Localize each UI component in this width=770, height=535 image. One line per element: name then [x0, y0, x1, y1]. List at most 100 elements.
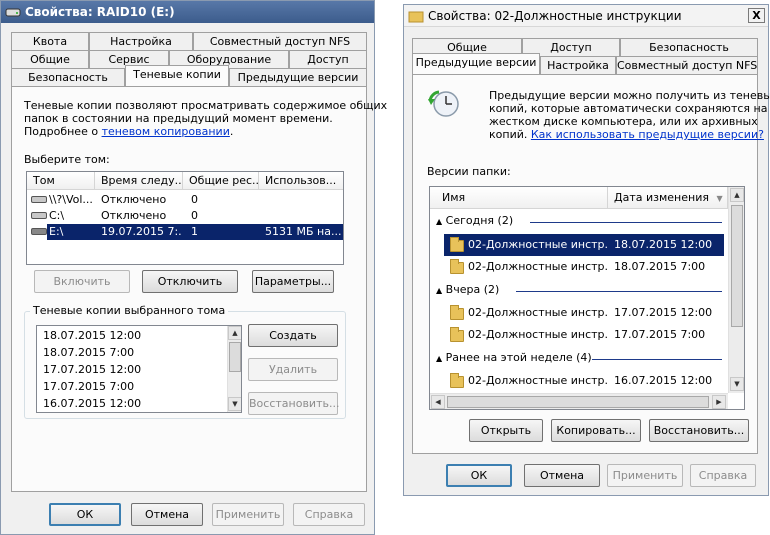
cancel-button[interactable]: Отмена — [524, 464, 600, 487]
version-date: 17.07.2015 7:00 — [614, 328, 706, 341]
collapse-icon[interactable]: ▲ — [436, 354, 442, 363]
info-line-4: копий. Как использовать предыдущие верси… — [489, 128, 764, 141]
scroll-thumb[interactable] — [731, 205, 743, 327]
copy-button[interactable]: Копировать... — [551, 419, 641, 442]
open-button[interactable]: Открыть — [469, 419, 543, 442]
tab-previous-versions[interactable]: Предыдущие версии — [229, 68, 367, 86]
tab-nfs-sharing[interactable]: Совместный доступ NFS — [193, 32, 367, 50]
enable-button[interactable]: Включить — [34, 270, 130, 293]
scroll-thumb[interactable] — [229, 342, 241, 372]
col-name[interactable]: Имя — [430, 187, 608, 209]
description-line-2: папок в состоянии на предыдущий момент в… — [24, 112, 333, 125]
shadow-copy-item[interactable]: 18.07.2015 12:00 — [43, 328, 223, 344]
info-prefix: копий. — [489, 128, 528, 141]
col-date-modified[interactable]: Дата изменения ▼ — [608, 187, 728, 209]
version-name: 02-Должностные инстр... — [468, 238, 608, 251]
scroll-up-icon[interactable]: ▲ — [228, 326, 241, 340]
shadow-copy-help-link[interactable]: теневом копировании — [102, 125, 230, 138]
folder-versions-list[interactable]: Имя Дата изменения ▼ ▲ Сегодня (2) 02-До… — [429, 186, 745, 410]
group-header[interactable]: ▲ Сегодня (2) — [436, 214, 513, 227]
delete-button[interactable]: Удалить — [248, 358, 338, 381]
tab-security[interactable]: Безопасность — [620, 38, 758, 56]
scroll-thumb[interactable] — [447, 396, 709, 408]
version-date: 16.07.2015 12:00 — [614, 374, 713, 387]
col-shares[interactable]: Общие рес... — [183, 172, 259, 190]
restore-button[interactable]: Восстановить... — [248, 392, 339, 415]
select-volume-label: Выберите том: — [24, 153, 110, 166]
tab-previous-versions[interactable]: Предыдущие версии — [412, 53, 540, 74]
close-icon[interactable]: X — [748, 8, 765, 23]
group-header[interactable]: ▲ Ранее на этой неделе (4) — [436, 351, 592, 364]
volume-name: C:\ — [49, 209, 65, 222]
col-date-label: Дата изменения — [614, 191, 709, 204]
description-line-1: Теневые копии позволяют просматривать со… — [24, 99, 388, 112]
version-date: 17.07.2015 12:00 — [614, 306, 713, 319]
version-row[interactable]: 02-Должностные инстр... 18.07.2015 7:00 — [444, 256, 724, 278]
col-used[interactable]: Использов... — [259, 172, 343, 190]
group-header[interactable]: ▲ Вчера (2) — [436, 283, 499, 296]
description-line-3: Подробнее о теневом копировании. — [24, 125, 233, 138]
cancel-button[interactable]: Отмена — [131, 503, 203, 526]
collapse-icon[interactable]: ▲ — [436, 286, 442, 295]
tab-security[interactable]: Безопасность — [11, 68, 125, 86]
volume-shares: 0 — [191, 193, 198, 206]
shadow-copy-item[interactable]: 18.07.2015 7:00 — [43, 345, 223, 361]
tab-shadow-copies[interactable]: Теневые копии — [125, 65, 229, 86]
description-prefix: Подробнее о — [24, 125, 99, 138]
volume-list[interactable]: Том Время следу... Общие рес... Использо… — [26, 171, 344, 265]
volume-row[interactable]: C:\ Отключено 0 — [27, 208, 343, 224]
volume-shares: 0 — [191, 209, 198, 222]
volume-row-selected[interactable]: E:\ 19.07.2015 7:... 1 5131 МБ на... — [27, 224, 343, 240]
folder-icon — [450, 373, 464, 388]
tab-sharing[interactable]: Доступ — [289, 50, 367, 68]
col-next-run[interactable]: Время следу... — [95, 172, 183, 190]
scroll-left-icon[interactable]: ◀ — [431, 395, 445, 409]
apply-button[interactable]: Применить — [607, 464, 683, 487]
shadow-copy-scrollbar[interactable]: ▲ ▼ — [227, 326, 241, 412]
version-row[interactable]: 02-Должностные инстр... 17.07.2015 12:00 — [444, 302, 724, 324]
shadow-copy-item[interactable]: 17.07.2015 12:00 — [43, 362, 223, 378]
shadow-copy-list[interactable]: 18.07.2015 12:00 18.07.2015 7:00 17.07.2… — [36, 325, 242, 413]
scroll-right-icon[interactable]: ▶ — [712, 395, 726, 409]
tab-quota[interactable]: Квота — [11, 32, 89, 50]
folder-icon — [450, 237, 464, 252]
col-volume[interactable]: Том — [27, 172, 95, 190]
settings-button[interactable]: Параметры... — [252, 270, 334, 293]
volume-used: 5131 МБ на... — [265, 225, 342, 238]
restore-button[interactable]: Восстановить... — [649, 419, 749, 442]
shadow-copy-item[interactable]: 17.07.2015 7:00 — [43, 379, 223, 395]
folder-icon — [408, 11, 424, 23]
group-separator — [592, 359, 722, 360]
volume-row[interactable]: \\?\Vol... Отключено 0 — [27, 192, 343, 208]
versions-vertical-scrollbar[interactable]: ▲ ▼ — [728, 187, 744, 393]
versions-horizontal-scrollbar[interactable]: ◀ ▶ — [430, 393, 728, 409]
drive-icon — [31, 228, 47, 235]
help-button[interactable]: Справка — [293, 503, 365, 526]
collapse-icon[interactable]: ▲ — [436, 217, 442, 226]
tab-general[interactable]: Общие — [11, 50, 89, 68]
volume-next-run: Отключено — [101, 209, 167, 222]
tab-settings[interactable]: Настройка — [89, 32, 193, 50]
group-separator — [530, 222, 722, 223]
version-name: 02-Должностные инстр... — [468, 306, 608, 319]
tab-nfs-sharing[interactable]: Совместный доступ NFS — [616, 56, 758, 74]
tab-customize[interactable]: Настройка — [540, 56, 616, 74]
ok-button[interactable]: ОК — [446, 464, 512, 487]
shadow-copy-item[interactable]: 16.07.2015 12:00 — [43, 396, 223, 412]
disable-button[interactable]: Отключить — [142, 270, 238, 293]
version-row[interactable]: 02-Должностные инстр... 16.07.2015 12:00 — [444, 370, 724, 392]
description-suffix: . — [229, 125, 234, 138]
apply-button[interactable]: Применить — [212, 503, 284, 526]
volume-next-run: Отключено — [101, 193, 167, 206]
folder-icon — [450, 259, 464, 274]
help-button[interactable]: Справка — [690, 464, 756, 487]
scroll-up-icon[interactable]: ▲ — [730, 188, 744, 202]
scroll-down-icon[interactable]: ▼ — [228, 397, 241, 411]
previous-versions-help-link[interactable]: Как использовать предыдущие версии? — [531, 128, 764, 141]
ok-button[interactable]: ОК — [49, 503, 121, 526]
create-button[interactable]: Создать — [248, 324, 338, 347]
version-row[interactable]: 02-Должностные инстр... 17.07.2015 7:00 — [444, 324, 724, 346]
clock-restore-icon — [428, 90, 459, 117]
scroll-down-icon[interactable]: ▼ — [730, 377, 744, 391]
version-row-selected[interactable]: 02-Должностные инстр... 18.07.2015 12:00 — [444, 234, 724, 256]
